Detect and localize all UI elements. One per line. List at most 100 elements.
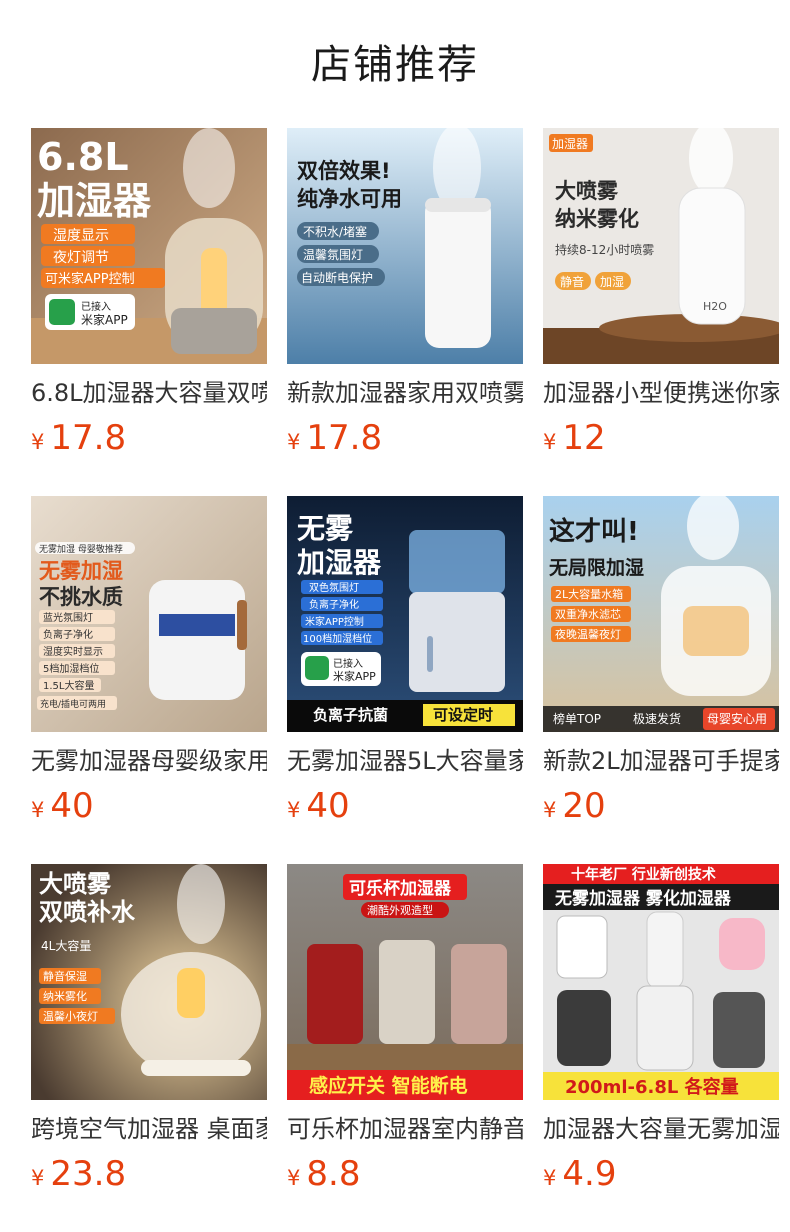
price-value: 40 [306,786,350,826]
image-tag: 夜灯调节 [53,250,109,266]
image-headline-2: 加湿器 [37,179,152,223]
image-badge: 米家APP [333,669,376,683]
product-image[interactable]: 大喷雾 双喷补水 4L大容量 静音保湿 纳米雾化 温馨小夜灯 [31,864,267,1100]
image-tag: 1.5L大容量 [43,679,94,692]
image-tag: 不积水/堵塞 [303,224,367,239]
image-badge: 米家APP [81,312,128,327]
image-headline-1: 无雾 [297,512,354,545]
product-name[interactable]: 6.8L加湿器大容量双喷 [31,376,267,410]
image-headline-2: 纯净水可用 [297,187,402,211]
image-tag: 湿度显示 [53,228,109,244]
product-card[interactable]: 6.8L 加湿器 湿度显示 夜灯调节 可米家APP控制 已接入 米家APP 6.… [31,128,267,468]
product-card[interactable]: 无雾 加湿器 双色氛围灯 负离子净化 米家APP控制 100档加湿档位 已接入 … [287,496,523,836]
currency-symbol: ¥ [287,430,301,454]
device-label: H2O [703,300,727,313]
price-value: 17.8 [306,418,383,458]
image-headline-2: 加湿器 [297,546,382,579]
image-headline-1: 大喷雾 [39,870,112,898]
product-image[interactable]: 十年老厂 行业新创技术 无雾加湿器 雾化加湿器 200ml-6.8L 各容量 [543,864,779,1100]
image-bottom-text: 负离子抗菌 [313,706,388,724]
image-tag: 负离子净化 [309,598,359,611]
product-card[interactable]: H2O 加湿器 大喷雾 纳米雾化 持续8-12小时喷雾 静音 加湿 加湿器小型便… [543,128,779,468]
image-headline-2: 无局限加湿 [549,557,644,579]
product-image[interactable]: 双倍效果! 纯净水可用 不积水/堵塞 温馨氛围灯 自动断电保护 [287,128,523,364]
product-image[interactable]: H2O 加湿器 大喷雾 纳米雾化 持续8-12小时喷雾 静音 加湿 [543,128,779,364]
product-name[interactable]: 加湿器小型便携迷你家用 [543,376,779,410]
product-card[interactable]: 无雾加湿 母婴敬推荐 无雾加湿 不挑水质 蓝光氛围灯 负离子净化 湿度实时显示 … [31,496,267,836]
image-tag: 夜晚温馨夜灯 [555,627,621,641]
product-image[interactable]: 这才叫! 无局限加湿 2L大容量水箱 双重净水滤芯 夜晚温馨夜灯 榜单TOP 极… [543,496,779,732]
image-tag: 负离子净化 [43,628,93,641]
image-headline-1: 这才叫! [549,516,639,547]
product-price: ¥17.8 [287,416,382,460]
product-name[interactable]: 无雾加湿器5L大容量家用 [287,744,523,778]
image-badge: 已接入 [81,300,111,313]
product-name[interactable]: 新款加湿器家用双喷雾 [287,376,523,410]
product-card[interactable]: 可乐杯加湿器 潮酷外观造型 感应开关 智能断电 可乐杯加湿器室内静音 ¥8.8 [287,864,523,1204]
image-bottom-text: 榜单TOP [553,711,601,726]
product-price: ¥23.8 [31,1152,126,1196]
product-price: ¥17.8 [31,416,126,460]
currency-symbol: ¥ [287,798,301,822]
image-subtitle: 持续8-12小时喷雾 [555,242,654,257]
product-price: ¥4.9 [543,1152,616,1196]
image-tag: 米家APP控制 [305,615,364,628]
image-headline-2: 双喷补水 [39,898,136,926]
image-tag: 温馨氛围灯 [303,247,363,262]
image-tag: 加湿 [600,274,624,289]
image-bottom-text: 可设定时 [433,706,493,724]
product-price: ¥40 [31,784,94,828]
image-tag: 双重净水滤芯 [555,607,621,621]
product-image[interactable]: 可乐杯加湿器 潮酷外观造型 感应开关 智能断电 [287,864,523,1100]
image-headline-1: 大喷雾 [555,179,619,203]
image-tag: 双色氛围灯 [309,581,359,594]
price-value: 23.8 [50,1154,127,1194]
image-badge: 已接入 [333,657,363,670]
image-subtitle: 潮酷外观造型 [367,903,433,917]
product-card[interactable]: 大喷雾 双喷补水 4L大容量 静音保湿 纳米雾化 温馨小夜灯 跨境空气加湿器 桌… [31,864,267,1204]
product-card[interactable]: 这才叫! 无局限加湿 2L大容量水箱 双重净水滤芯 夜晚温馨夜灯 榜单TOP 极… [543,496,779,836]
product-name[interactable]: 可乐杯加湿器室内静音 [287,1112,523,1146]
image-tag: 湿度实时显示 [43,645,103,658]
image-tag: 纳米雾化 [43,989,87,1003]
currency-symbol: ¥ [31,798,45,822]
currency-symbol: ¥ [287,1166,301,1190]
image-tag: 蓝光氛围灯 [43,611,93,624]
currency-symbol: ¥ [31,1166,45,1190]
product-card[interactable]: 十年老厂 行业新创技术 无雾加湿器 雾化加湿器 200ml-6.8L 各容量 加… [543,864,779,1204]
product-image[interactable]: 6.8L 加湿器 湿度显示 夜灯调节 可米家APP控制 已接入 米家APP [31,128,267,364]
product-image[interactable]: 无雾 加湿器 双色氛围灯 负离子净化 米家APP控制 100档加湿档位 已接入 … [287,496,523,732]
section-title: 店铺推荐 [311,42,479,88]
product-name[interactable]: 跨境空气加湿器 桌面家用 [31,1112,267,1146]
image-tag: 5档加湿档位 [43,662,99,675]
shop-recommendations-page: 店铺推荐 6.8L 加湿器 湿度显示 夜灯调节 可米家APP控制 已接入 米家A… [0,0,790,1232]
currency-symbol: ¥ [31,430,45,454]
product-price: ¥12 [543,416,606,460]
product-name[interactable]: 新款2L加湿器可手提家用 [543,744,779,778]
image-bottom-text: 感应开关 智能断电 [309,1074,468,1097]
product-card[interactable]: 双倍效果! 纯净水可用 不积水/堵塞 温馨氛围灯 自动断电保护 新款加湿器家用双… [287,128,523,468]
product-price: ¥20 [543,784,606,828]
image-tag: 100档加湿档位 [303,632,372,645]
image-corner-label: 加湿器 [552,136,588,151]
image-tag: 静音保湿 [43,969,87,983]
image-headline-1: 十年老厂 行业新创技术 [571,866,716,883]
price-value: 17.8 [50,418,127,458]
product-image[interactable]: 无雾加湿 母婴敬推荐 无雾加湿 不挑水质 蓝光氛围灯 负离子净化 湿度实时显示 … [31,496,267,732]
price-value: 8.8 [306,1154,361,1194]
product-name[interactable]: 加湿器大容量无雾加湿器 [543,1112,779,1146]
price-value: 20 [562,786,606,826]
image-tag: 充电/插电可两用 [40,698,106,710]
image-subtitle: 4L大容量 [41,938,91,953]
image-headline-2: 纳米雾化 [555,207,639,231]
image-tag: 自动断电保护 [301,270,373,285]
image-headline-2: 无雾加湿器 雾化加湿器 [554,888,732,909]
image-headline-1: 无雾加湿 [39,559,123,583]
image-headline-2: 不挑水质 [39,585,123,609]
product-price: ¥40 [287,784,350,828]
image-headline-1: 6.8L [37,135,129,179]
product-name[interactable]: 无雾加湿器母婴级家用 [31,744,267,778]
currency-symbol: ¥ [543,430,557,454]
image-tag: 可米家APP控制 [45,271,135,287]
price-value: 12 [562,418,606,458]
